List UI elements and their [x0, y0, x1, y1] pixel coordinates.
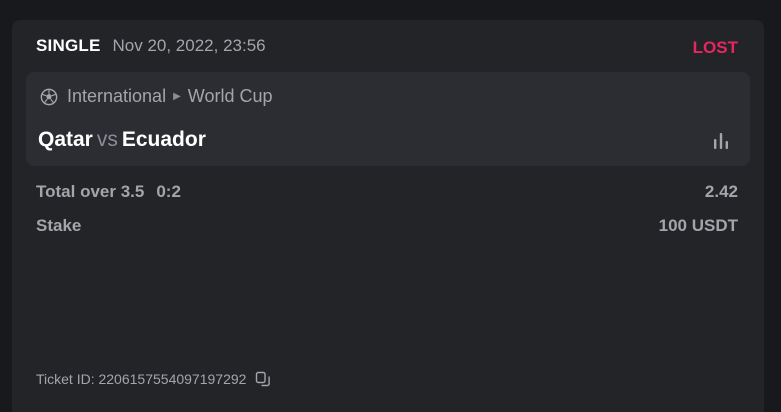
selection-market: Total over 3.5: [36, 182, 145, 201]
home-team: Qatar: [38, 128, 93, 151]
match-title: Qatar vs Ecuador: [38, 128, 206, 152]
ticket-id-label: Ticket ID: 2206157554097197292: [36, 371, 247, 387]
breadcrumb-tournament[interactable]: World Cup: [188, 86, 273, 107]
ticket-id: Ticket ID: 2206157554097197292: [36, 371, 271, 387]
soccer-ball-icon: [40, 88, 58, 105]
bet-type: SINGLE: [36, 36, 101, 55]
bet-header: SINGLE Nov 20, 2022, 23:56: [36, 36, 266, 56]
copy-icon[interactable]: [255, 371, 271, 387]
bet-status-badge: LOST: [692, 38, 738, 57]
selection-odds: 2.42: [704, 182, 738, 201]
bet-date: Nov 20, 2022, 23:56: [112, 36, 266, 55]
selection-score: 0:2: [156, 182, 181, 201]
event-panel[interactable]: International ▶ World Cup Qatar vs Ecuador: [26, 72, 750, 166]
bet-card: SINGLE Nov 20, 2022, 23:56 LOST Internat…: [12, 20, 764, 412]
chevron-right-icon: ▶: [173, 91, 181, 102]
breadcrumb-category[interactable]: International: [67, 86, 166, 107]
stake-value: 100 USDT: [658, 216, 738, 235]
versus-label: vs: [96, 128, 118, 151]
breadcrumb: International ▶ World Cup: [40, 86, 272, 107]
away-team: Ecuador: [121, 128, 206, 151]
bar-chart-icon[interactable]: [712, 133, 730, 149]
stake-label: Stake: [36, 216, 82, 235]
selection-info: Total over 3.5 0:2: [36, 182, 181, 202]
selection-row: Total over 3.5 0:2 2.42: [36, 182, 738, 202]
stake-row: Stake 100 USDT: [36, 216, 738, 236]
